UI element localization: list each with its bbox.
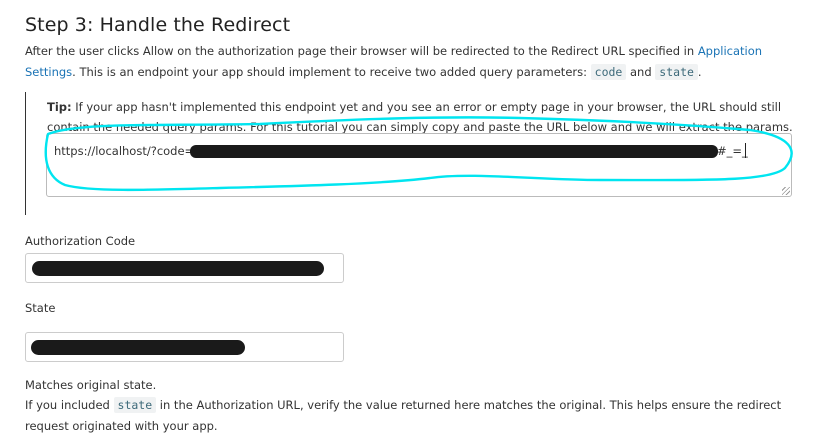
state-redaction [31,340,245,355]
redirect-url-value-suffix: #_=_ [717,144,748,158]
redirect-url-textarea[interactable]: https://localhost/?code=7 #_=_ [46,133,792,197]
authorization-code-label: Authorization Code [25,234,136,248]
code-param: code [590,64,627,80]
tip-body: If your app hasn't implemented this endp… [47,100,793,134]
tip-text: Tip: If your app hasn't implemented this… [47,97,797,137]
step-title: Step 3: Handle the Redirect [25,14,291,36]
tip-label: Tip: [47,100,72,114]
auth-code-redaction [32,261,324,276]
matches-title: Matches original state. [25,378,157,392]
state-input[interactable] [25,332,344,362]
url-redaction [190,145,718,158]
redirect-url-value-prefix: https://localhost/?code=7 [54,144,202,158]
step-intro: After the user clicks Allow on the autho… [25,41,815,83]
matches-text-a: If you included [25,398,114,412]
intro-end: . [697,65,702,79]
state-label: State [25,301,56,315]
intro-text-b: . This is an endpoint your app should im… [72,65,591,79]
intro-text-a: After the user clicks Allow on the autho… [25,44,698,58]
text-caret [745,143,746,158]
intro-and: and [626,65,656,79]
authorization-code-input[interactable] [25,253,344,283]
state-param: state [655,64,698,80]
tip-callout: Tip: If your app hasn't implemented this… [25,92,796,215]
matches-description: If you included state in the Authorizati… [25,395,785,437]
resize-handle-icon[interactable] [782,187,790,195]
matches-state-param: state [113,397,157,413]
